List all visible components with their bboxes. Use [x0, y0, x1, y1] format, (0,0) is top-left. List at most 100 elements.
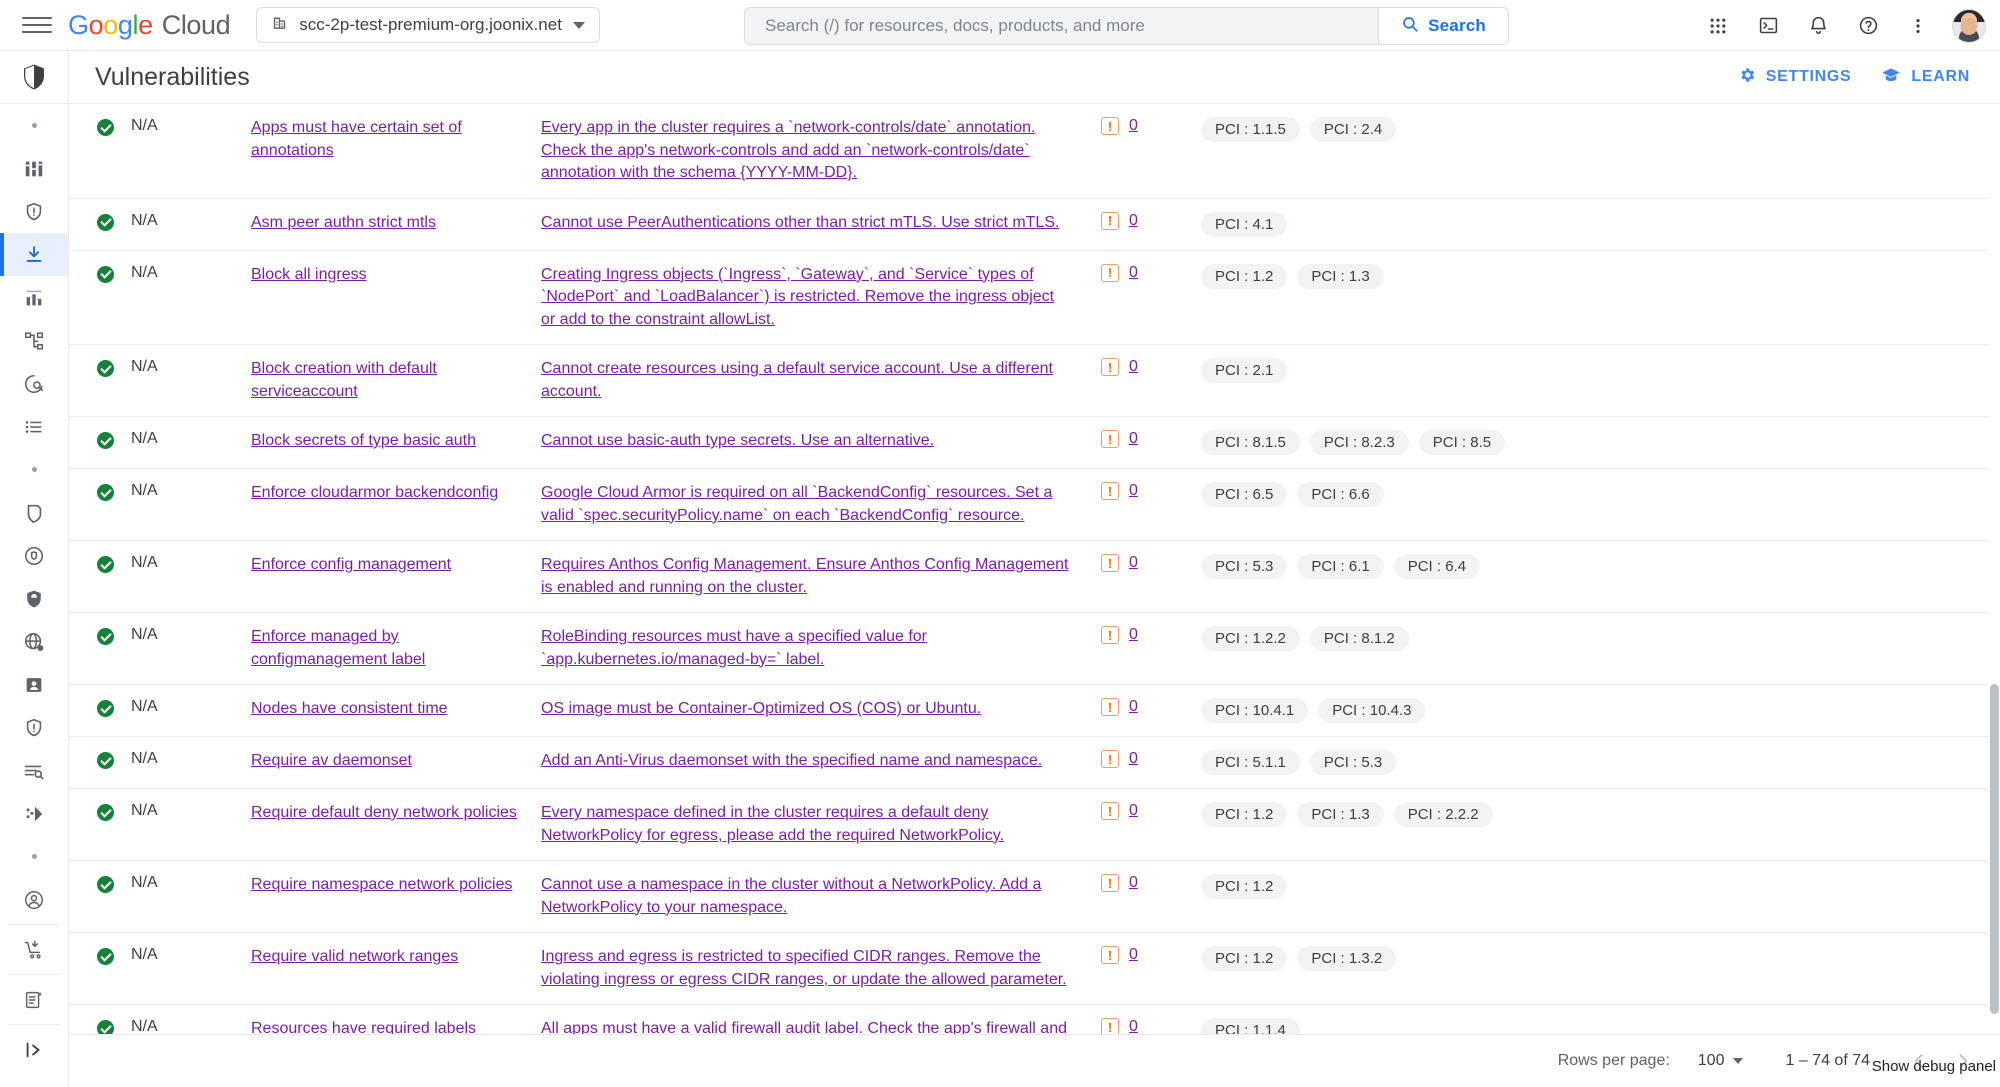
vulnerability-description-link[interactable]: Cannot use basic-auth type secrets. Use …: [541, 432, 934, 449]
vulnerability-name-link[interactable]: Require namespace network policies: [251, 876, 512, 893]
settings-button[interactable]: SETTINGS: [1738, 66, 1852, 89]
table-row[interactable]: N/A Resources have required labels All app…: [69, 1005, 2000, 1034]
findings-count-link[interactable]: 0: [1129, 946, 1138, 964]
vulnerability-description-link[interactable]: Every namespace defined in the cluster r…: [541, 804, 1004, 844]
findings-count-link[interactable]: 0: [1129, 750, 1138, 768]
table-row[interactable]: N/A Asm peer authn strict mtls Cannot use …: [69, 198, 2000, 250]
sidebar-item-threats[interactable]: [0, 190, 68, 233]
sidebar-item-assets[interactable]: [0, 319, 68, 362]
findings-count-link[interactable]: 0: [1129, 802, 1138, 820]
security-command-center-shield-icon[interactable]: [0, 51, 68, 104]
sidebar-item-compliance[interactable]: [0, 276, 68, 319]
vulnerability-name-link[interactable]: Require valid network ranges: [251, 948, 458, 965]
vulnerability-name-link[interactable]: Apps must have certain set of annotation…: [251, 119, 462, 159]
table-row[interactable]: N/A Enforce managed by configmanagement l…: [69, 613, 2000, 685]
row-status-cell: [69, 541, 131, 613]
vulnerability-description-link[interactable]: Ingress and egress is restricted to spec…: [541, 948, 1067, 988]
table-row[interactable]: N/A Block secrets of type basic auth Canno…: [69, 417, 2000, 469]
vulnerability-name-link[interactable]: Block creation with default serviceaccou…: [251, 360, 437, 400]
page-title: Vulnerabilities: [95, 62, 250, 91]
sidebar-item-account[interactable]: [0, 878, 68, 921]
apps-grid-icon[interactable]: [1698, 6, 1738, 46]
vulnerability-description-link[interactable]: Cannot use PeerAuthentications other tha…: [541, 214, 1059, 231]
table-row[interactable]: N/A Require namespace network policies Can…: [69, 861, 2000, 933]
sidebar-item-web-security[interactable]: [0, 620, 68, 663]
table-row[interactable]: N/A Require valid network ranges Ingress a…: [69, 933, 2000, 1005]
more-vert-icon[interactable]: [1898, 6, 1938, 46]
sidebar-item-findings[interactable]: [0, 362, 68, 405]
vulnerability-name-link[interactable]: Enforce managed by configmanagement labe…: [251, 628, 425, 668]
findings-count-link[interactable]: 0: [1129, 264, 1138, 282]
search-button[interactable]: Search: [1378, 8, 1508, 44]
vulnerability-name-link[interactable]: Require default deny network policies: [251, 804, 517, 821]
cloud-shell-icon[interactable]: [1748, 6, 1788, 46]
avatar[interactable]: [1952, 8, 1986, 43]
vulnerability-description-link[interactable]: RoleBinding resources must have a specif…: [541, 628, 927, 668]
vulnerabilities-table-container[interactable]: N/A Apps must have certain set of annotat…: [69, 104, 2000, 1034]
table-row[interactable]: N/A Block all ingress Creating Ingress obj…: [69, 250, 2000, 345]
expand-panel-icon[interactable]: [0, 1028, 68, 1071]
global-search[interactable]: Search: [744, 7, 1509, 45]
findings-count-link[interactable]: 0: [1129, 626, 1138, 644]
vulnerability-description-link[interactable]: Every app in the cluster requires a `net…: [541, 119, 1035, 181]
findings-count-link[interactable]: 0: [1129, 698, 1138, 716]
search-input[interactable]: [745, 8, 1379, 44]
table-row[interactable]: N/A Nodes have consistent time OS image mu…: [69, 685, 2000, 737]
sidebar-item-log-search[interactable]: [0, 749, 68, 792]
vulnerability-name-link[interactable]: Require av daemonset: [251, 752, 412, 769]
sidebar-item-event-threat[interactable]: [0, 706, 68, 749]
vulnerability-description-link[interactable]: Creating Ingress objects (`Ingress`, `Ga…: [541, 266, 1054, 328]
findings-count-link[interactable]: 0: [1129, 554, 1138, 572]
sidebar-item-release-notes[interactable]: [0, 978, 68, 1021]
vulnerability-name-link[interactable]: Resources have required labels: [251, 1020, 476, 1034]
findings-count-link[interactable]: 0: [1129, 212, 1138, 230]
sidebar-item-overview[interactable]: [0, 147, 68, 190]
vulnerability-name-link[interactable]: Enforce config management: [251, 556, 451, 573]
table-row[interactable]: N/A Apps must have certain set of annotat…: [69, 104, 2000, 198]
sidebar-item-sources[interactable]: [0, 405, 68, 448]
sidebar-item-marketplace[interactable]: [0, 928, 68, 971]
vulnerability-description-link[interactable]: Cannot create resources using a default …: [541, 360, 1053, 400]
findings-count-link[interactable]: 0: [1129, 117, 1138, 135]
findings-count-link[interactable]: 0: [1129, 358, 1138, 376]
vulnerability-name-link[interactable]: Block secrets of type basic auth: [251, 432, 476, 449]
check-circle-icon: [96, 1020, 114, 1034]
vulnerability-name-link[interactable]: Asm peer authn strict mtls: [251, 214, 436, 231]
vulnerability-description-link[interactable]: All apps must have a valid firewall audi…: [541, 1020, 1067, 1034]
help-circle-icon[interactable]: [1848, 6, 1888, 46]
findings-count-link[interactable]: 0: [1129, 1018, 1138, 1034]
vulnerability-description-link[interactable]: OS image must be Container-Optimized OS …: [541, 700, 981, 717]
table-scrollbar-thumb[interactable]: [1990, 684, 1999, 1014]
findings-count-link[interactable]: 0: [1129, 430, 1138, 448]
table-row[interactable]: N/A Enforce cloudarmor backendconfig Googl…: [69, 469, 2000, 541]
learn-button[interactable]: LEARN: [1881, 65, 1970, 90]
sidebar-item-data-flow[interactable]: [0, 792, 68, 835]
vulnerability-name-link[interactable]: Enforce cloudarmor backendconfig: [251, 484, 498, 501]
sidebar-item-container-threat[interactable]: [0, 663, 68, 706]
table-row[interactable]: N/A Require av daemonset Add an Anti-Virus…: [69, 737, 2000, 789]
table-scrollbar[interactable]: [1989, 104, 2000, 1034]
findings-count-link[interactable]: 0: [1129, 874, 1138, 892]
vulnerability-name-link[interactable]: Block all ingress: [251, 266, 367, 283]
vulnerability-description-link[interactable]: Requires Anthos Config Management. Ensur…: [541, 556, 1068, 596]
vulnerability-description-link[interactable]: Google Cloud Armor is required on all `B…: [541, 484, 1052, 524]
row-status-cell: [69, 198, 131, 250]
table-row[interactable]: N/A Require default deny network policies…: [69, 789, 2000, 861]
table-row[interactable]: N/A Enforce config management Requires Ant…: [69, 541, 2000, 613]
sidebar-item-risk[interactable]: [0, 534, 68, 577]
findings-count-link[interactable]: 0: [1129, 482, 1138, 500]
sidebar-item-vulnerabilities[interactable]: [0, 233, 68, 276]
notifications-bell-icon[interactable]: [1798, 6, 1838, 46]
vulnerability-name-link[interactable]: Nodes have consistent time: [251, 700, 448, 717]
vulnerability-description-link[interactable]: Cannot use a namespace in the cluster wi…: [541, 876, 1041, 916]
rows-per-page-select[interactable]: 100: [1698, 1052, 1744, 1070]
table-row[interactable]: N/A Block creation with default serviceac…: [69, 345, 2000, 417]
vulnerability-description-link[interactable]: Add an Anti-Virus daemonset with the spe…: [541, 752, 1042, 769]
compliance-chip: PCI : 10.4.3: [1318, 698, 1426, 723]
project-selector[interactable]: scc-2p-test-premium-org.joonix.net: [256, 7, 600, 43]
compliance-chip: PCI : 6.6: [1297, 482, 1384, 507]
sidebar-item-posture[interactable]: [0, 491, 68, 534]
hamburger-icon[interactable]: [22, 10, 52, 40]
sidebar-item-security-health[interactable]: [0, 577, 68, 620]
google-cloud-logo[interactable]: Google Cloud: [68, 10, 231, 41]
